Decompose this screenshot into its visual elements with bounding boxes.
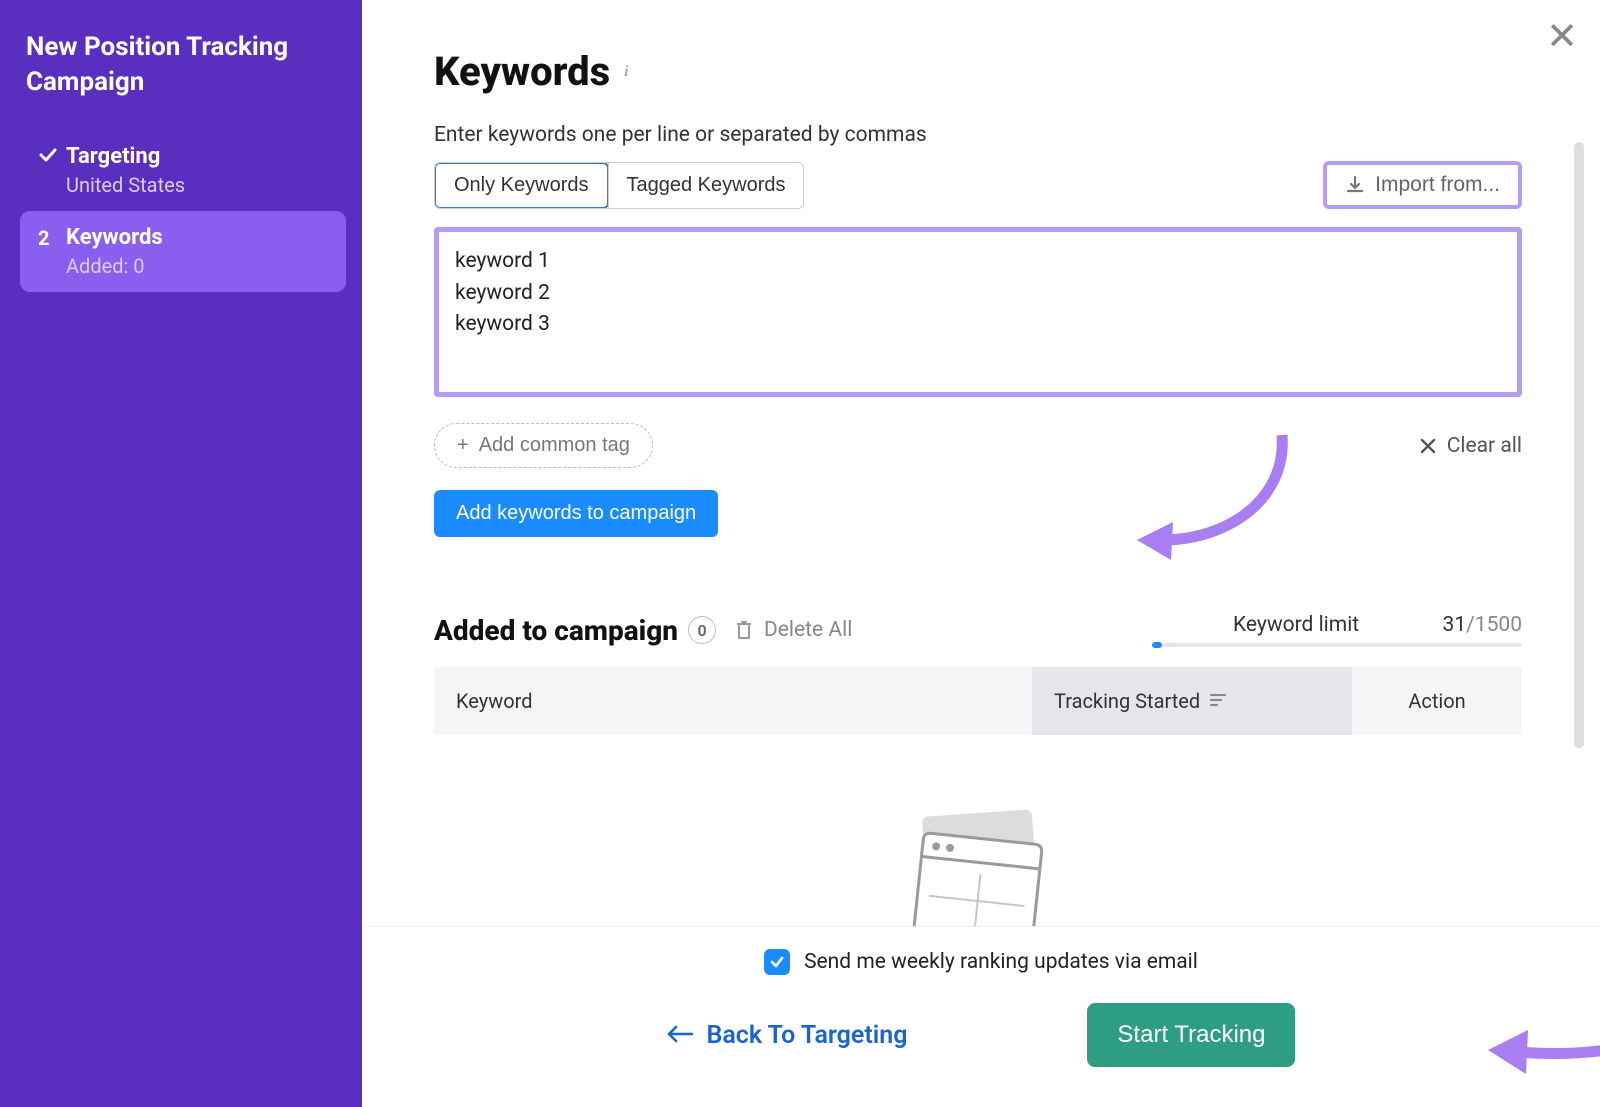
limit-total: /1500 (1466, 613, 1522, 637)
import-button[interactable]: Import from... (1323, 161, 1522, 209)
step-targeting-sub: United States (66, 173, 328, 197)
scrollbar[interactable] (1574, 142, 1584, 748)
tab-only-keywords[interactable]: Only Keywords (434, 162, 609, 209)
info-icon[interactable]: i (624, 63, 628, 81)
trash-icon (734, 619, 754, 641)
keyword-limit: Keyword limit 31/1500 (1152, 613, 1522, 637)
plus-icon: + (457, 434, 469, 457)
col-action: Action (1352, 667, 1522, 735)
keyword-mode-toggle: Only Keywords Tagged Keywords (434, 162, 804, 209)
clear-all-label: Clear all (1447, 434, 1522, 458)
added-title-text: Added to campaign (434, 614, 678, 647)
add-common-tag-button[interactable]: + Add common tag (434, 423, 653, 468)
keywords-textarea[interactable] (434, 227, 1522, 397)
step-keywords[interactable]: 2 Keywords Added: 0 (20, 211, 346, 292)
sort-icon (1210, 691, 1226, 712)
x-icon (1419, 437, 1437, 455)
clear-all-button[interactable]: Clear all (1419, 434, 1522, 458)
limit-label: Keyword limit (1233, 613, 1359, 637)
helper-text: Enter keywords one per line or separated… (434, 123, 1522, 147)
table-header: Keyword Tracking Started Action (434, 667, 1522, 735)
import-label: Import from... (1375, 173, 1500, 197)
weekly-updates-label: Send me weekly ranking updates via email (804, 950, 1198, 974)
page-title-text: Keywords (434, 48, 610, 95)
wizard-sidebar: New Position Tracking Campaign Targeting… (0, 0, 362, 1107)
tab-tagged-keywords[interactable]: Tagged Keywords (608, 163, 804, 208)
start-tracking-button[interactable]: Start Tracking (1087, 1003, 1295, 1067)
wizard-title: New Position Tracking Campaign (26, 30, 352, 100)
step-keywords-sub: Added: 0 (66, 254, 328, 278)
added-section-title: Added to campaign 0 (434, 614, 716, 647)
step-number-icon: 2 (38, 226, 66, 250)
added-count-badge: 0 (688, 616, 716, 644)
content-area: Keywords i Enter keywords one per line o… (362, 0, 1600, 926)
delete-all-button[interactable]: Delete All (734, 618, 852, 642)
empty-state-illustration (434, 813, 1522, 926)
delete-all-label: Delete All (764, 618, 852, 642)
add-keywords-button[interactable]: Add keywords to campaign (434, 490, 718, 537)
check-icon (38, 145, 66, 165)
step-targeting-title: Targeting (66, 144, 328, 169)
col-tracking-started[interactable]: Tracking Started (1032, 667, 1352, 735)
wizard-footer: Send me weekly ranking updates via email… (362, 926, 1600, 1107)
add-tag-label: Add common tag (479, 434, 630, 457)
col-keyword[interactable]: Keyword (434, 667, 1032, 735)
limit-used: 31 (1443, 613, 1467, 637)
step-targeting[interactable]: Targeting United States (20, 130, 346, 211)
limit-progress (1152, 643, 1522, 647)
col-tracking-label: Tracking Started (1054, 689, 1200, 713)
back-label: Back To Targeting (707, 1021, 908, 1050)
back-to-targeting-link[interactable]: Back To Targeting (667, 1021, 908, 1050)
step-keywords-title: Keywords (66, 225, 328, 250)
arrow-left-icon (667, 1021, 693, 1050)
download-icon (1345, 175, 1365, 195)
page-title: Keywords i (434, 48, 1522, 95)
weekly-updates-checkbox[interactable] (764, 949, 790, 975)
main-panel: ✕ Keywords i Enter keywords one per line… (362, 0, 1600, 1107)
